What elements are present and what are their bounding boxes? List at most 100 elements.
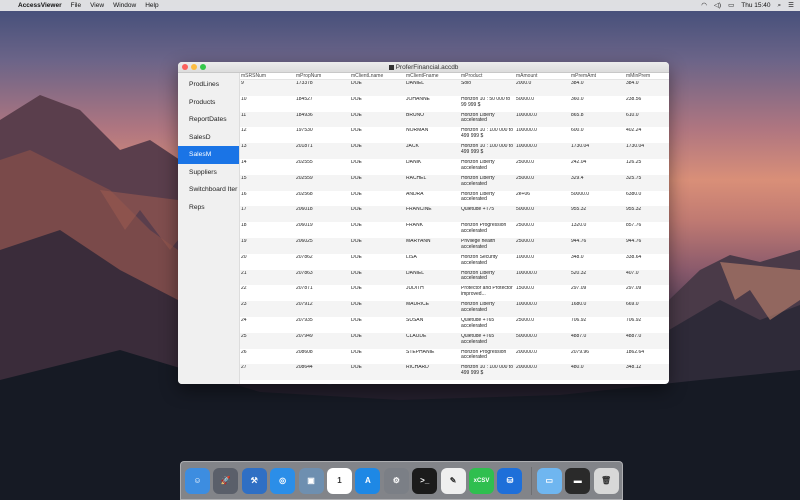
sidebar-item-salesd[interactable]: SalesD	[178, 129, 239, 147]
table-cell: DOE	[351, 191, 362, 197]
finder-icon[interactable]: ☺	[185, 467, 210, 494]
volume-icon[interactable]: ◁)	[714, 0, 721, 11]
table-row[interactable]: 14 202555 DOE DANIK Horizon Liberty accelera…	[240, 159, 669, 175]
table-cell: DOE	[351, 302, 362, 308]
table-cell: 865.8	[571, 112, 584, 118]
table-row[interactable]: 10 184527 DOE JOHANNE Horizon 10 : 50 000 to…	[240, 96, 669, 112]
table-cell: DOE	[351, 175, 362, 181]
table-row[interactable]: 23 207912 DOE MAURICE Horizon Liberty accele…	[240, 301, 669, 317]
menu-help[interactable]: Help	[145, 0, 158, 11]
table-row[interactable]: 26 208608 DOE STEPHANIE Horizon Progression …	[240, 349, 669, 365]
table-cell: 500000.0	[516, 333, 537, 339]
table-body: 9 173378 DOE DANIEL Solo 2000.0 384.0 384.0 10 18…	[240, 80, 669, 381]
table-cell: 173378	[296, 81, 313, 86]
table-cell: 706.92	[626, 317, 642, 323]
menu-app-name[interactable]: AccessViewer	[18, 0, 62, 11]
table-cell: 15000.0	[516, 286, 535, 292]
terminal-icon[interactable]: >_	[412, 467, 438, 494]
column-header[interactable]: mMinPrem	[625, 73, 669, 79]
table-cell: 1730.04	[626, 144, 645, 150]
table-cell: 2e+06	[516, 191, 531, 197]
table-cell: 207949	[296, 333, 313, 339]
folder-icon[interactable]: ▭	[536, 467, 562, 494]
table-cell: DANIEL	[406, 270, 425, 276]
table-cell: 2079.96	[571, 349, 590, 355]
safari-icon[interactable]: ◎	[270, 467, 296, 494]
menu-window[interactable]: Window	[113, 0, 136, 11]
notification-center-icon[interactable]: ☰	[788, 0, 794, 11]
table-row[interactable]: 11 184936 DOE BRUNO Horizon Liberty accelera…	[240, 111, 669, 128]
table-cell: 480.0	[571, 365, 584, 371]
table-cell: DOE	[351, 365, 362, 371]
wifi-icon[interactable]: ◠	[701, 0, 707, 11]
screenshot-icon[interactable]: ▬	[565, 467, 591, 494]
table-cell: 955.32	[571, 207, 587, 213]
table-cell: Quietude +T75	[461, 207, 495, 213]
table-row[interactable]: 18 206019 DOE FRANK Horizon Progression acce…	[240, 222, 669, 238]
table-row[interactable]: 27 208644 DOE RICHARD Horizon 10 : 100 000 t…	[240, 364, 669, 381]
table-cell: DOE	[351, 238, 362, 244]
sidebar-item-prodlines[interactable]: ProdLines	[178, 76, 239, 94]
battery-icon[interactable]: ▭	[728, 0, 734, 11]
table-row[interactable]: 22 207871 DOE JUDITH Protector and Protector…	[240, 285, 669, 301]
table-cell: 206019	[296, 223, 313, 229]
table-row[interactable]: 12 197530 DOE NORMAN Horizon 10 : 100 000 to…	[240, 127, 669, 143]
table-cell: Privilege health accelerated	[461, 238, 496, 250]
table-cell: RICHARD	[406, 365, 429, 371]
menu-view[interactable]: View	[90, 0, 104, 11]
column-header[interactable]: mProduct	[460, 73, 515, 79]
table-row[interactable]: 25 207949 DOE CLAUDE Quietude +T65 accelerat…	[240, 332, 669, 349]
table-cell: 955.32	[626, 207, 642, 213]
table-cell: 360.0	[571, 96, 584, 102]
textedit-icon[interactable]: ✎	[440, 467, 466, 494]
table-row[interactable]: 17 206018 DOE FRANCINE Quietude +T75 50000.0 9…	[240, 206, 669, 223]
search-icon[interactable]: ⌕	[778, 0, 782, 11]
table-cell: Horizon Liberty accelerated	[461, 302, 495, 313]
table-row[interactable]: 15 202559 DOE RACHEL Horizon Liberty acceler…	[240, 174, 669, 191]
sidebar-item-reportdates[interactable]: ReportDates	[178, 111, 239, 129]
menu-file[interactable]: File	[71, 0, 81, 11]
sidebar-item-reps[interactable]: Reps	[178, 199, 239, 217]
table-cell: 100000.0	[516, 302, 537, 308]
table-row[interactable]: 19 206025 DOE MARYANN Privilege health accel…	[240, 237, 669, 254]
column-header[interactable]: mPropNum	[295, 73, 350, 79]
minimize-button[interactable]	[191, 64, 197, 70]
table-cell: 338.64	[626, 254, 642, 260]
accessviewer-icon[interactable]: ⛁	[497, 467, 523, 494]
zoom-button[interactable]	[200, 64, 206, 70]
table-cell: 19	[241, 238, 247, 244]
xcode-icon[interactable]: ⚒	[241, 467, 267, 494]
preview-icon[interactable]: ▣	[298, 467, 324, 494]
column-header[interactable]: mClientLname	[350, 73, 405, 79]
sidebar-item-suppliers[interactable]: Suppliers	[178, 164, 239, 182]
xcsv-icon[interactable]: xCSV	[469, 467, 494, 494]
trash-icon[interactable]: 🗑	[593, 467, 619, 494]
table-cell: 520.32	[571, 270, 587, 276]
sidebar-item-salesm[interactable]: SalesM	[178, 146, 239, 164]
table-cell: 4887.0	[626, 333, 642, 339]
sidebar-item-switchboard-items[interactable]: Switchboard Iter	[178, 181, 239, 199]
table-row[interactable]: 21 207863 DOE DANIEL Horizon Liberty acceler…	[240, 269, 669, 286]
table-row[interactable]: 9 173378 DOE DANIEL Solo 2000.0 384.0 384.0	[240, 80, 669, 96]
table-cell: 206018	[296, 207, 313, 213]
table-row[interactable]: 24 207935 DOE SUSAN Quietude +T65 accelerate…	[240, 317, 669, 333]
column-header[interactable]: mPremAmt	[570, 73, 625, 79]
table-row[interactable]: 20 207862 DOE LISA Horizon Security accelera…	[240, 254, 669, 270]
table-cell: DOE	[351, 270, 362, 276]
calendar-icon[interactable]: 1	[327, 467, 352, 494]
launchpad-icon[interactable]: 🚀	[213, 467, 239, 494]
clock[interactable]: Thu 15:40	[741, 0, 770, 11]
window-titlebar[interactable]: ProferFinancial.accdb	[178, 62, 669, 73]
table-row[interactable]: 13 201871 DOE JACK Horizon 10 : 100 000 to 4…	[240, 143, 669, 159]
table-cell: 1320.0	[571, 223, 587, 229]
app-store-icon[interactable]: A	[355, 467, 381, 494]
column-header[interactable]: mClientFname	[405, 73, 460, 79]
table-header: mSRSNum mPropNum mClientLname mClientFna…	[240, 73, 669, 80]
table-cell: 242.04	[571, 159, 587, 165]
close-button[interactable]	[182, 64, 188, 70]
sidebar-item-products[interactable]: Products	[178, 94, 239, 112]
column-header[interactable]: mAmount	[515, 73, 570, 79]
system-preferences-icon[interactable]: ⚙	[383, 467, 409, 494]
table-row[interactable]: 16 202568 DOE ANDRÃ Horizon Liberty accelera…	[240, 191, 669, 207]
column-header[interactable]: mSRSNum	[240, 73, 295, 79]
